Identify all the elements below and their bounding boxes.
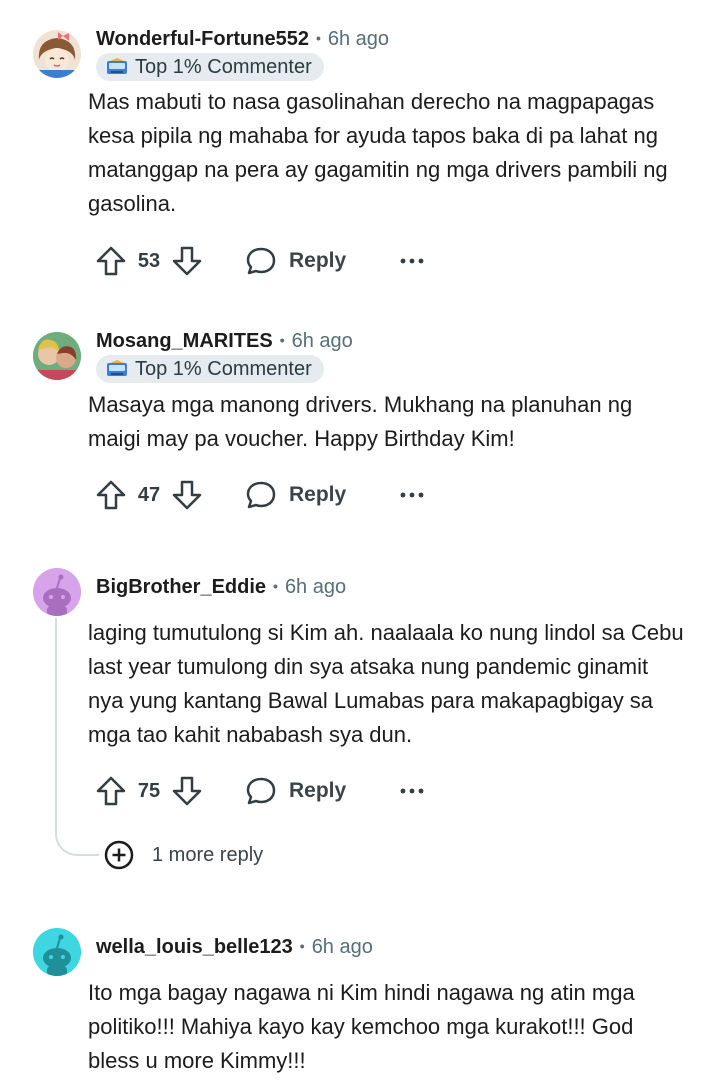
reply-button[interactable]: Reply bbox=[245, 775, 346, 807]
reply-icon bbox=[246, 481, 276, 509]
reply-button[interactable]: Reply bbox=[245, 245, 346, 277]
separator-dot: • bbox=[279, 332, 285, 348]
username-text[interactable]: BigBrother_Eddie bbox=[96, 576, 266, 598]
comment-body: Mas mabuti to nasa gasolinahan derecho n… bbox=[88, 89, 668, 216]
more-options-icon[interactable] bbox=[398, 775, 426, 807]
commenter-badge-icon bbox=[107, 58, 127, 74]
comment-username[interactable]: Mosang_MARITES • 6h ago bbox=[96, 330, 353, 353]
commenter-badge-icon bbox=[107, 360, 127, 376]
separator-dot: • bbox=[315, 30, 321, 46]
reply-icon bbox=[246, 777, 276, 805]
reply-label: Reply bbox=[289, 483, 347, 506]
vote-score: 47 bbox=[137, 483, 161, 506]
photo-avatar-icon bbox=[33, 332, 81, 380]
more-options-icon[interactable] bbox=[398, 245, 426, 277]
reply-icon bbox=[246, 247, 276, 275]
comment-username[interactable]: wella_louis_belle123 • 6h ago bbox=[96, 936, 373, 959]
reply-button[interactable]: Reply bbox=[245, 479, 346, 511]
commenter-badge: Top 1% Commenter bbox=[96, 355, 324, 383]
comment-time: 6h ago bbox=[291, 330, 353, 352]
downvote-icon[interactable] bbox=[171, 479, 203, 511]
user-avatar[interactable] bbox=[33, 332, 81, 380]
vote-score: 75 bbox=[137, 779, 161, 802]
snoo-avatar-icon bbox=[33, 928, 81, 976]
reply-label: Reply bbox=[289, 249, 347, 272]
comment-body: Ito mga bagay nagawa ni Kim hindi nagawa… bbox=[88, 980, 635, 1073]
reply-label: Reply bbox=[289, 779, 347, 802]
expand-plus-icon bbox=[104, 840, 134, 870]
comment-body: Masaya mga manong drivers. Mukhang na pl… bbox=[88, 392, 633, 451]
separator-dot: • bbox=[273, 578, 278, 594]
comment-username[interactable]: BigBrother_Eddie • 6h ago bbox=[96, 576, 346, 599]
badge-label: Top 1% Commenter bbox=[135, 55, 312, 78]
badge-label: Top 1% Commenter bbox=[135, 357, 312, 380]
downvote-icon[interactable] bbox=[171, 775, 203, 807]
comment-time: 6h ago bbox=[327, 28, 390, 50]
comment-username[interactable]: Wonderful-Fortune552 • 6h ago bbox=[96, 28, 389, 51]
more-replies-button[interactable]: 1 more reply bbox=[104, 840, 263, 870]
separator-dot: • bbox=[299, 938, 305, 954]
username-text[interactable]: wella_louis_belle123 bbox=[96, 936, 293, 958]
upvote-icon[interactable] bbox=[95, 775, 127, 807]
vote-score: 53 bbox=[137, 249, 161, 272]
comment-actions: 53 Reply bbox=[95, 241, 426, 281]
username-text[interactable]: Wonderful-Fortune552 bbox=[96, 28, 309, 50]
comment-actions: 47 Reply bbox=[95, 475, 426, 515]
girl-avatar-icon bbox=[33, 30, 81, 78]
more-replies-label: 1 more reply bbox=[152, 843, 264, 866]
downvote-icon[interactable] bbox=[171, 245, 203, 277]
snoo-avatar-icon bbox=[33, 568, 81, 616]
upvote-icon[interactable] bbox=[95, 479, 127, 511]
upvote-icon[interactable] bbox=[95, 245, 127, 277]
comment-time: 6h ago bbox=[284, 576, 347, 598]
commenter-badge: Top 1% Commenter bbox=[96, 53, 324, 81]
username-text[interactable]: Mosang_MARITES bbox=[96, 330, 273, 352]
comment-actions: 75 Reply bbox=[95, 771, 426, 811]
user-avatar[interactable] bbox=[33, 928, 81, 976]
comment-time: 6h ago bbox=[311, 936, 373, 958]
user-avatar[interactable] bbox=[33, 568, 81, 616]
more-options-icon[interactable] bbox=[398, 479, 426, 511]
user-avatar[interactable] bbox=[33, 30, 81, 78]
comment-body: laging tumutulong si Kim ah. naalaala ko… bbox=[88, 620, 684, 747]
